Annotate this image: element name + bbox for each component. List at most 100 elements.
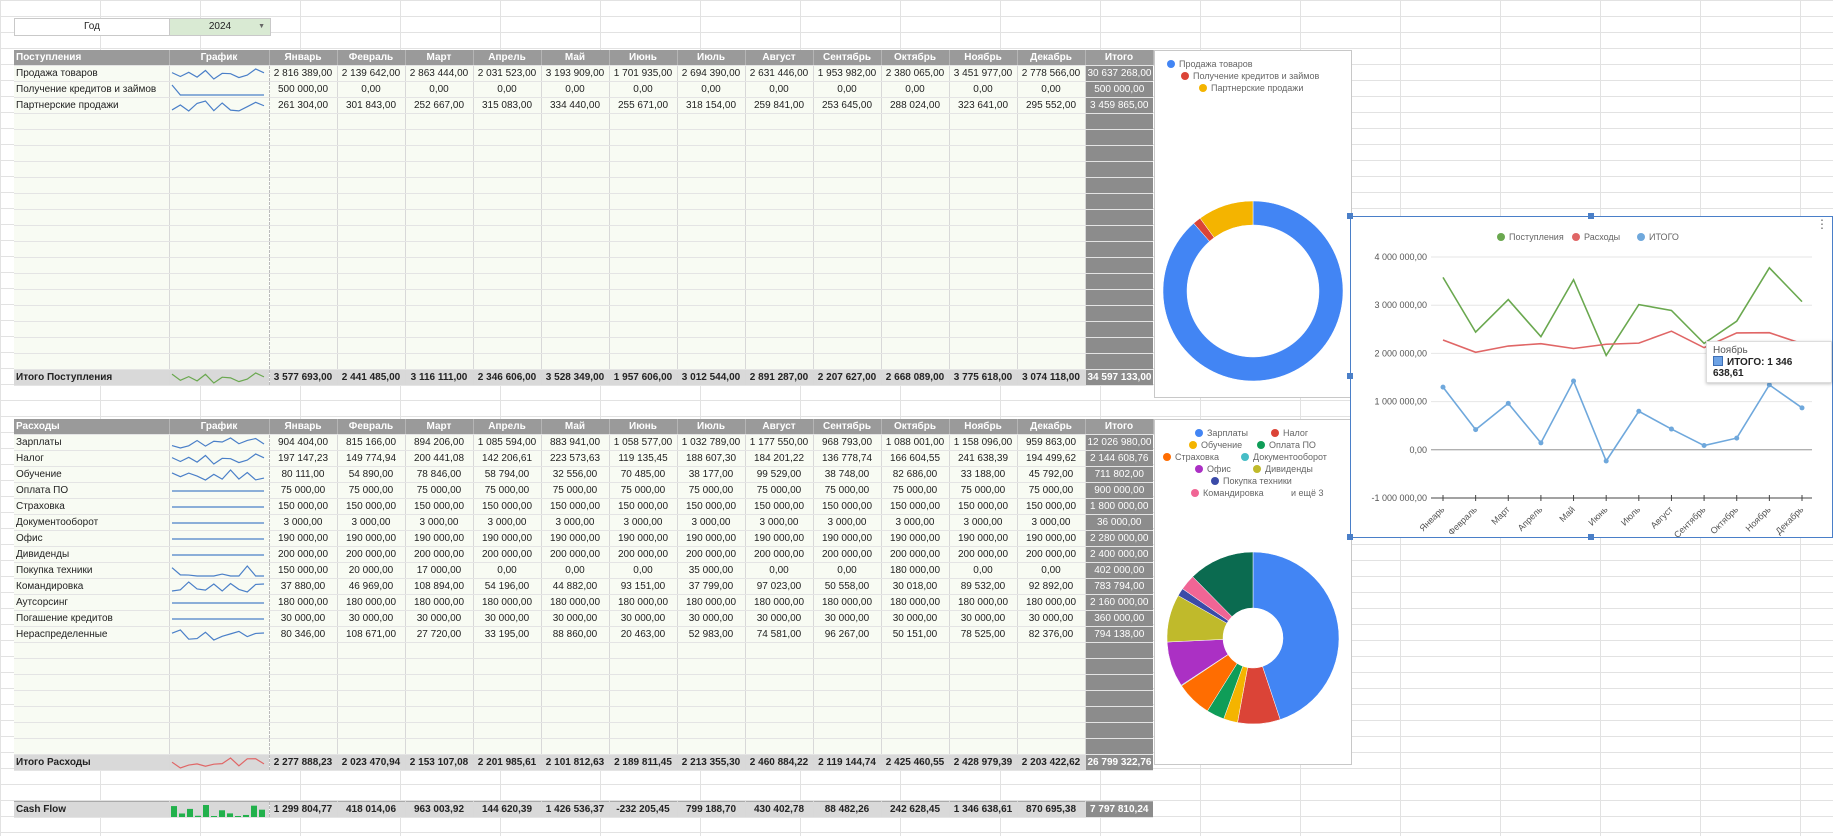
empty-cell[interactable] [269, 353, 338, 370]
value-cell[interactable]: 241 638,39 [949, 450, 1018, 467]
empty-cell[interactable] [881, 642, 950, 659]
empty-cell[interactable] [1017, 706, 1086, 723]
value-cell[interactable]: 32 556,00 [541, 466, 610, 483]
empty-cell[interactable] [609, 193, 678, 210]
empty-cell[interactable] [881, 690, 950, 707]
row-total[interactable]: 1 800 000,00 [1085, 498, 1153, 515]
series-point[interactable] [1766, 382, 1772, 388]
value-cell[interactable]: 97 023,00 [745, 578, 814, 595]
empty-cell[interactable] [337, 257, 406, 274]
value-cell[interactable]: 3 000,00 [813, 514, 882, 531]
cashflow-value-cell[interactable]: 963 003,92 [405, 801, 474, 818]
value-cell[interactable]: 190 000,00 [813, 530, 882, 547]
value-cell[interactable]: 1 177 550,00 [745, 434, 814, 451]
resize-handle-top[interactable] [1588, 213, 1594, 219]
empty-cell[interactable] [473, 289, 542, 306]
value-cell[interactable]: 190 000,00 [1017, 530, 1086, 547]
value-cell[interactable]: 0,00 [745, 81, 814, 98]
value-cell[interactable]: 500 000,00 [269, 81, 338, 98]
value-cell[interactable]: 184 201,22 [745, 450, 814, 467]
empty-cell[interactable] [609, 305, 678, 322]
value-cell[interactable]: 150 000,00 [473, 498, 542, 515]
value-cell[interactable]: 190 000,00 [337, 530, 406, 547]
sparkline-cell[interactable] [169, 97, 270, 114]
empty-cell[interactable] [337, 161, 406, 178]
series-point[interactable] [1701, 443, 1707, 449]
value-cell[interactable]: 200 441,08 [405, 450, 474, 467]
empty-cell[interactable] [813, 305, 882, 322]
empty-cell[interactable] [14, 706, 170, 723]
empty-cell[interactable] [269, 658, 338, 675]
empty-total-cell[interactable] [1085, 177, 1153, 194]
sum-value-cell[interactable]: 3 528 349,00 [541, 369, 610, 386]
value-cell[interactable]: 2 694 390,00 [677, 65, 746, 82]
year-dropdown[interactable]: 2024 ▼ [169, 19, 270, 35]
value-cell[interactable]: 88 860,00 [541, 626, 610, 643]
value-cell[interactable]: 1 085 594,00 [473, 434, 542, 451]
value-cell[interactable]: 150 000,00 [949, 498, 1018, 515]
empty-cell[interactable] [745, 273, 814, 290]
sum-value-cell[interactable]: 2 207 627,00 [813, 369, 882, 386]
empty-cell[interactable] [677, 321, 746, 338]
empty-cell[interactable] [813, 690, 882, 707]
sum-sparkline-cell[interactable] [169, 754, 270, 771]
row-total[interactable]: 2 160 000,00 [1085, 594, 1153, 611]
value-cell[interactable]: 0,00 [1017, 562, 1086, 579]
empty-cell[interactable] [745, 674, 814, 691]
sum-value-cell[interactable]: 1 957 606,00 [609, 369, 678, 386]
value-cell[interactable]: 75 000,00 [813, 482, 882, 499]
value-cell[interactable]: 0,00 [473, 81, 542, 98]
empty-cell[interactable] [609, 273, 678, 290]
value-cell[interactable]: 0,00 [473, 562, 542, 579]
value-cell[interactable]: 38 177,00 [677, 466, 746, 483]
expense-donut-chart[interactable]: Зарплаты Налог Обучение Оплата ПО Страховка Д… [1154, 419, 1352, 765]
empty-cell[interactable] [813, 706, 882, 723]
legend-item[interactable]: Зарплаты [1195, 428, 1248, 438]
value-cell[interactable]: 38 748,00 [813, 466, 882, 483]
empty-cell[interactable] [949, 321, 1018, 338]
empty-cell[interactable] [337, 225, 406, 242]
empty-cell[interactable] [473, 337, 542, 354]
empty-cell[interactable] [405, 706, 474, 723]
empty-cell[interactable] [813, 337, 882, 354]
value-cell[interactable]: 54 196,00 [473, 578, 542, 595]
value-cell[interactable]: 30 000,00 [405, 610, 474, 627]
empty-cell[interactable] [169, 113, 270, 130]
value-cell[interactable]: 180 000,00 [405, 594, 474, 611]
cashflow-value-cell[interactable]: 144 620,39 [473, 801, 542, 818]
value-cell[interactable]: 200 000,00 [405, 546, 474, 563]
empty-cell[interactable] [881, 658, 950, 675]
legend-item[interactable]: Дивиденды [1253, 464, 1313, 474]
empty-cell[interactable] [169, 353, 270, 370]
empty-cell[interactable] [881, 353, 950, 370]
legend-item[interactable]: Оплата ПО [1257, 440, 1316, 450]
value-cell[interactable]: 259 841,00 [745, 97, 814, 114]
empty-cell[interactable] [541, 353, 610, 370]
empty-cell[interactable] [14, 241, 170, 258]
value-cell[interactable]: 253 645,00 [813, 97, 882, 114]
empty-cell[interactable] [169, 129, 270, 146]
value-cell[interactable]: 74 581,00 [745, 626, 814, 643]
sum-value-cell[interactable]: 3 012 544,00 [677, 369, 746, 386]
empty-cell[interactable] [169, 722, 270, 739]
empty-cell[interactable] [337, 337, 406, 354]
empty-cell[interactable] [269, 257, 338, 274]
value-cell[interactable]: 0,00 [609, 562, 678, 579]
empty-cell[interactable] [473, 305, 542, 322]
empty-cell[interactable] [405, 305, 474, 322]
empty-cell[interactable] [269, 177, 338, 194]
value-cell[interactable]: 315 083,00 [473, 97, 542, 114]
sum-value-cell[interactable]: 3 116 111,00 [405, 369, 474, 386]
sparkline-cell[interactable] [169, 65, 270, 82]
value-cell[interactable]: 3 000,00 [337, 514, 406, 531]
empty-cell[interactable] [677, 305, 746, 322]
empty-cell[interactable] [14, 305, 170, 322]
value-cell[interactable]: 3 000,00 [269, 514, 338, 531]
empty-cell[interactable] [473, 241, 542, 258]
empty-cell[interactable] [1017, 642, 1086, 659]
value-cell[interactable]: 815 166,00 [337, 434, 406, 451]
row-total[interactable]: 2 280 000,00 [1085, 530, 1153, 547]
value-cell[interactable]: 150 000,00 [745, 498, 814, 515]
cashflow-value-cell[interactable]: 430 402,78 [745, 801, 814, 818]
empty-cell[interactable] [14, 722, 170, 739]
